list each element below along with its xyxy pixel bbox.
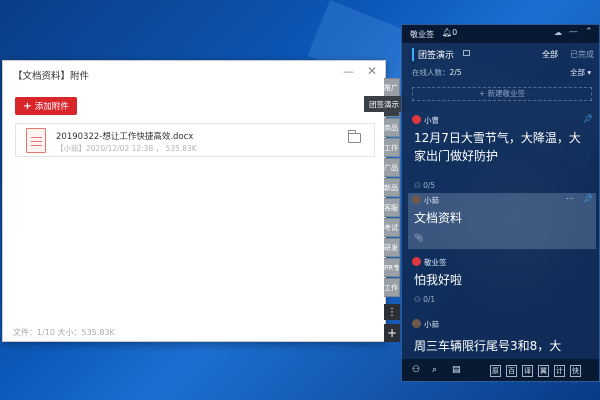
calendar-icon[interactable]: ▤	[452, 365, 461, 375]
avatar	[412, 115, 421, 124]
cloud-icon[interactable]: ☁︎	[554, 28, 562, 37]
avatar	[412, 257, 421, 266]
note-author-name: 小茹	[424, 320, 439, 329]
note-author-name: 小茹	[424, 196, 439, 205]
pin-icon[interactable]: 📌︎	[583, 194, 593, 203]
person-icon: ⚇	[414, 295, 421, 304]
team-info-icon[interactable]	[463, 50, 470, 56]
pin-icon[interactable]: 📌︎	[583, 114, 593, 123]
add-tab-button[interactable]: +	[384, 324, 400, 342]
side-tab[interactable]: 广品	[384, 158, 400, 177]
note-member-count: 0/1	[423, 295, 436, 304]
note-author-name: 敬业签	[424, 258, 447, 267]
close-icon[interactable]: ✕	[367, 64, 377, 78]
side-tab[interactable]: 考试	[384, 218, 400, 237]
member-filter-dropdown[interactable]: 全部 ▾	[570, 67, 591, 78]
app-name: 敬业签	[410, 30, 434, 39]
avatar	[412, 195, 421, 204]
online-label: 在线人数：	[412, 68, 450, 77]
side-tab-tooltip: 团签演示	[364, 96, 404, 112]
more-icon[interactable]: ⋯	[566, 194, 574, 203]
online-value: 2/5	[449, 68, 462, 77]
bell-count: 0	[452, 28, 458, 37]
file-meta: 【小茹】2020/12/02 12:38 ， 535.83K	[56, 144, 197, 153]
filter-all[interactable]: 全部	[542, 49, 558, 60]
side-tab[interactable]: 工作	[384, 138, 400, 157]
person-icon[interactable]: ⚇	[412, 365, 420, 375]
toolbar-button[interactable]: 翼	[538, 365, 549, 377]
side-tab[interactable]: 研发	[384, 238, 400, 257]
note-text: 周三车辆限行尾号3和8，大	[414, 339, 562, 353]
minimize-icon[interactable]: —	[343, 65, 354, 78]
online-count: 在线人数：2/5	[412, 67, 462, 78]
note-member-count: 0/5	[423, 181, 436, 190]
team-title: 团签演示	[412, 48, 454, 61]
toolbar-button[interactable]: 计	[554, 365, 565, 377]
paperclip-icon: 📎︎	[414, 233, 424, 242]
note-footer: ⚇ 0/1	[414, 295, 435, 304]
note-author: 小茹	[412, 195, 439, 206]
panel-toolbar: ⚇ ⌕ ▤ 原 百 译 翼 计 快	[402, 359, 599, 381]
minimize-icon[interactable]: —	[569, 27, 578, 37]
note-author: 敬业签	[412, 257, 447, 268]
bell-icon[interactable]: 🔔︎0	[442, 28, 457, 37]
attachment-footer: 文件：1/10 大小：535.83K	[13, 328, 115, 337]
person-icon: ⚇	[414, 181, 421, 190]
add-attachment-button[interactable]: + 添加附件	[15, 97, 77, 115]
note-item-selected[interactable]: 小茹 ⋯ 📌︎ 文档资料 📎︎	[408, 193, 596, 249]
note-panel: 敬业签 🔔︎0 ☁︎ — ⌃ 团签演示 全部 已完成 在线人数：2/5 全部 ▾…	[401, 24, 600, 382]
toolbar-button[interactable]: 快	[570, 365, 581, 377]
window-title: 【文档资料】附件	[13, 71, 90, 82]
side-tab[interactable]: 工作	[384, 278, 400, 297]
word-file-icon	[26, 128, 46, 153]
plus-icon: +	[23, 100, 32, 112]
note-item[interactable]: 小曹 📌︎ 12月7日大雪节气，大降温，大家出门做好防护 ⚇ 0/5	[408, 113, 596, 197]
attachment-item[interactable]: 20190322-想让工作快捷高效.docx 【小茹】2020/12/02 12…	[15, 123, 375, 157]
note-text: 文档资料	[414, 211, 463, 225]
avatar	[412, 319, 421, 328]
note-author: 小曹	[412, 115, 439, 126]
side-tab[interactable]: 商品	[384, 118, 400, 137]
note-item[interactable]: 小茹 周三车辆限行尾号3和8，大	[408, 317, 596, 359]
more-icon[interactable]: ⋮	[384, 304, 400, 320]
note-author: 小茹	[412, 319, 439, 330]
file-name: 20190322-想让工作快捷高效.docx	[56, 132, 194, 142]
folder-icon[interactable]	[348, 130, 361, 143]
note-text: 12月7日大雪节气，大降温，大家出门做好防护	[414, 131, 581, 163]
new-note-button[interactable]: + 新建敬业签	[412, 87, 592, 101]
side-tab[interactable]: 新品	[384, 178, 400, 197]
toolbar-button[interactable]: 百	[506, 365, 517, 377]
add-attachment-label: 添加附件	[34, 102, 69, 112]
side-tab[interactable]: 推广	[384, 78, 400, 97]
note-text: 怕我好啦	[414, 273, 463, 287]
panel-header: 敬业签 🔔︎0 ☁︎ — ⌃	[402, 25, 599, 43]
side-tab[interactable]: 客服	[384, 198, 400, 217]
note-author-name: 小曹	[424, 116, 439, 125]
toolbar-button[interactable]: 译	[522, 365, 533, 377]
search-icon[interactable]: ⌕	[432, 365, 437, 375]
filter-done[interactable]: 已完成	[570, 49, 594, 60]
side-tab[interactable]: PR专	[384, 258, 400, 277]
attachment-window: 【文档资料】附件 — ✕ + 添加附件 20190322-想让工作快捷高效.do…	[2, 60, 386, 342]
note-footer: ⚇ 0/5	[414, 181, 435, 190]
chevron-up-icon[interactable]: ⌃	[585, 27, 593, 37]
toolbar-button[interactable]: 原	[490, 365, 501, 377]
note-item[interactable]: 敬业签 怕我好啦 ⚇ 0/1	[408, 255, 596, 311]
